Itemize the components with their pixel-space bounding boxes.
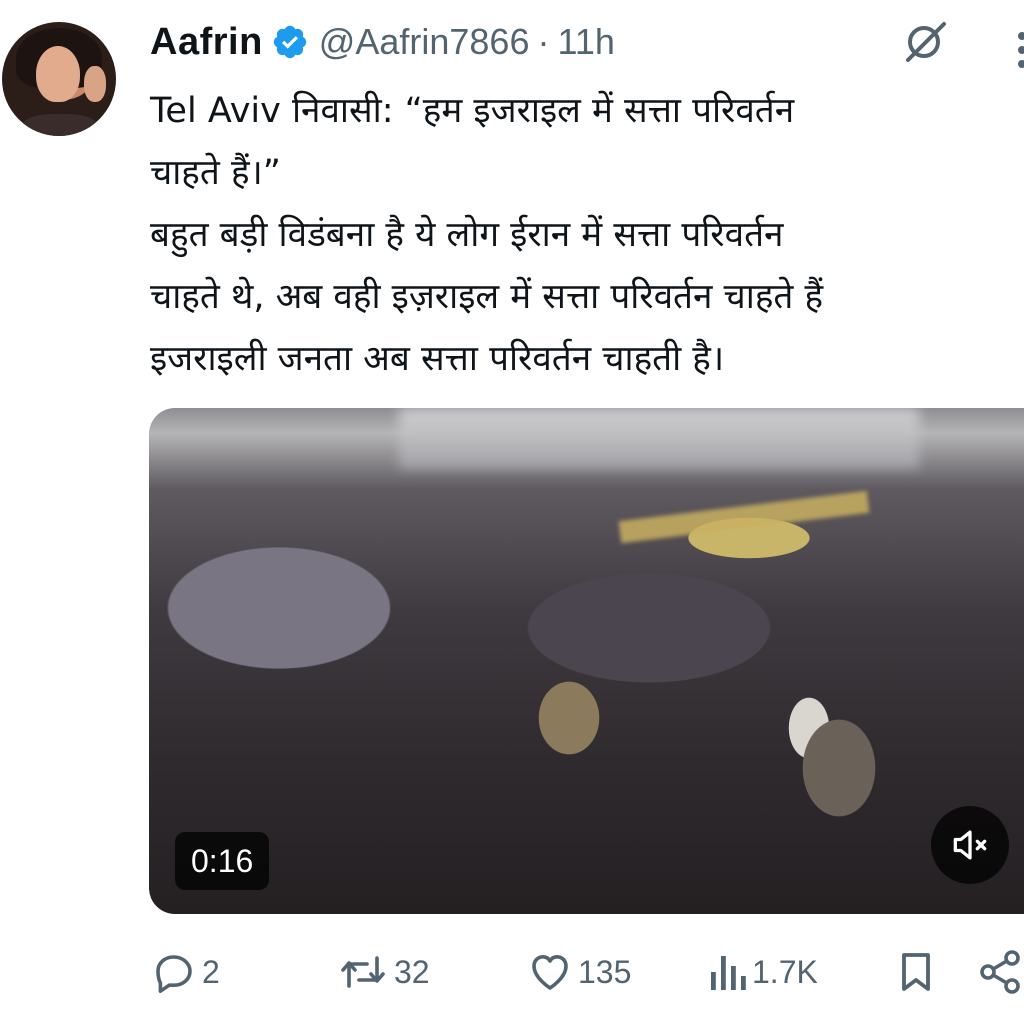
video-frame-sky — [399, 408, 919, 468]
repost-icon — [341, 956, 385, 988]
tweet-text-line: Tel Aviv निवासी: “हम इजराइल में सत्ता पर… — [150, 91, 795, 131]
tweet-text-line: चाहते हैं।” — [150, 153, 281, 193]
separator-dot: · — [537, 21, 550, 62]
views-icon — [711, 956, 746, 990]
mute-icon — [953, 830, 987, 860]
avatar[interactable] — [2, 22, 116, 136]
reply-count: 2 — [202, 953, 220, 990]
like-icon — [532, 955, 568, 990]
tweet-time[interactable]: 11h — [557, 21, 614, 63]
mute-button[interactable] — [931, 806, 1009, 884]
reply-button[interactable]: 2 — [150, 940, 220, 1004]
video-player[interactable]: 0:16 — [149, 408, 1024, 914]
repost-button[interactable]: 32 — [336, 940, 430, 1004]
tweet-text-line: इजराइली जनता अब सत्ता परिवर्तन चाहती है। — [150, 339, 725, 379]
reply-icon — [156, 955, 192, 993]
more-icon[interactable] — [1012, 30, 1024, 70]
author-handle[interactable]: @Aafrin7866 — [319, 21, 530, 63]
bookmark-icon — [902, 953, 930, 991]
avatar-face — [36, 46, 80, 102]
tweet-header: Aafrin @Aafrin7866 · 11h — [150, 14, 615, 70]
verified-icon — [273, 25, 307, 59]
repost-count: 32 — [394, 953, 430, 990]
like-button[interactable]: 135 — [526, 940, 631, 1004]
tweet-text: Tel Aviv निवासी: “हम इजराइल में सत्ता पर… — [150, 80, 1024, 390]
avatar-shoulder — [22, 114, 98, 136]
share-button[interactable] — [976, 940, 1024, 1004]
author-name[interactable]: Aafrin — [150, 21, 263, 64]
like-count: 135 — [578, 953, 632, 990]
action-bar: 2 32 135 1.7K — [0, 940, 1024, 1004]
bookmark-button[interactable] — [892, 940, 940, 1004]
views-count: 1.7K — [752, 953, 818, 990]
video-duration: 0:16 — [175, 832, 270, 890]
avatar-hand — [84, 66, 106, 102]
views-button[interactable]: 1.7K — [706, 940, 818, 1004]
tweet-text-line: बहुत बड़ी विडंबना है ये लोग ईरान में सत्… — [150, 215, 784, 255]
share-icon — [980, 950, 1020, 994]
grok-icon[interactable] — [900, 18, 948, 66]
video-frame-stripe — [618, 490, 870, 544]
tweet-text-line: चाहते थे, अब वही इज़राइल में सत्ता परिवर… — [150, 277, 824, 317]
